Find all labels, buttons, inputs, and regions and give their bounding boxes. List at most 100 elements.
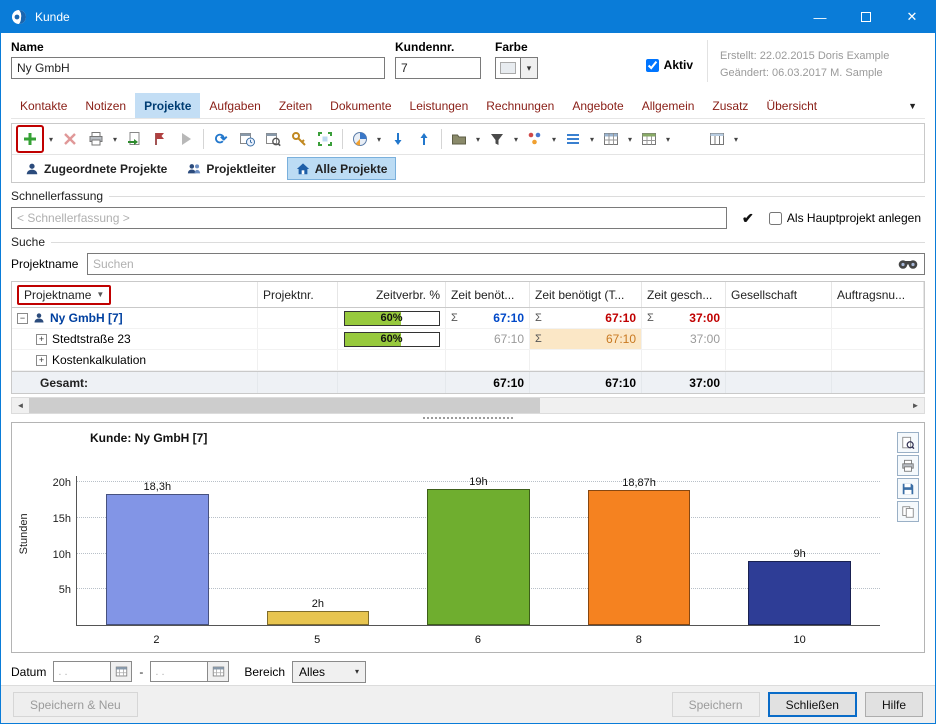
folder-dropdown-caret[interactable]: ▾ — [473, 135, 483, 144]
date-to-calendar-button[interactable] — [208, 661, 229, 682]
sum-icon[interactable]: Σ — [647, 312, 654, 324]
group-button[interactable] — [523, 127, 547, 151]
columns-dropdown-caret[interactable]: ▾ — [731, 135, 741, 144]
search-input[interactable] — [87, 253, 925, 275]
tab-leistungen[interactable]: Leistungen — [401, 93, 478, 118]
column-header-auftragsnummer[interactable]: Auftragsnu... — [832, 282, 924, 307]
date-from-calendar-button[interactable] — [111, 661, 132, 682]
bereich-select[interactable]: Alles ▾ — [292, 661, 366, 683]
print-dropdown-caret[interactable]: ▾ — [110, 135, 120, 144]
play-button[interactable] — [174, 127, 198, 151]
table-row[interactable]: + Stedtstraße 23 60% 67:10 Σ 67:10 — [12, 329, 924, 350]
sum-icon[interactable]: Σ — [535, 333, 542, 345]
sum-icon[interactable]: Σ — [451, 312, 458, 324]
print-button[interactable] — [84, 127, 108, 151]
table-row[interactable]: − Ny GmbH [7] 60% Σ 67:10 Σ 6 — [12, 308, 924, 329]
aktiv-checkbox[interactable] — [646, 59, 659, 72]
tab-allgemein[interactable]: Allgemein — [633, 93, 704, 118]
close-button[interactable]: ✕ — [889, 1, 935, 33]
view-all-button[interactable]: Alle Projekte — [287, 157, 397, 180]
tab-zusatz[interactable]: Zusatz — [703, 93, 757, 118]
pie-chart-button[interactable] — [348, 127, 372, 151]
group-dropdown-caret[interactable]: ▾ — [549, 135, 559, 144]
chart-bar[interactable] — [106, 494, 209, 625]
column-header-gesellschaft[interactable]: Gesellschaft — [726, 282, 832, 307]
hauptprojekt-checkbox[interactable] — [769, 212, 782, 225]
kundennr-input[interactable] — [395, 57, 481, 79]
chart-preview-button[interactable] — [897, 432, 919, 453]
maximize-button[interactable] — [843, 1, 889, 33]
save-button[interactable]: Speichern — [672, 692, 760, 717]
horizontal-scrollbar[interactable]: ◄ ► — [11, 397, 925, 414]
date-from-input[interactable] — [53, 661, 111, 682]
quick-entry-input[interactable] — [11, 207, 727, 229]
expand-expander[interactable]: + — [36, 355, 47, 366]
columns-button[interactable] — [705, 127, 729, 151]
column-header-projektname[interactable]: Projektname ▼ — [12, 282, 258, 307]
scroll-left-button[interactable]: ◄ — [12, 398, 29, 413]
column-header-zeit-geschaetzt[interactable]: Zeit gesch... — [642, 282, 726, 307]
view-assigned-button[interactable]: Zugeordnete Projekte — [16, 157, 176, 180]
view-leader-button[interactable]: Projektleiter — [178, 157, 284, 180]
calendar-grid-button[interactable] — [637, 127, 661, 151]
key-button[interactable] — [287, 127, 311, 151]
crop-button[interactable] — [313, 127, 337, 151]
color-picker[interactable]: ▾ — [495, 57, 538, 79]
tab-notizen[interactable]: Notizen — [76, 93, 135, 118]
save-new-button[interactable]: Speichern & Neu — [13, 692, 138, 717]
folder-button[interactable] — [447, 127, 471, 151]
collapse-expander[interactable]: − — [17, 313, 28, 324]
panel-splitter[interactable] — [11, 414, 925, 421]
calendar-dropdown-caret[interactable]: ▾ — [663, 135, 673, 144]
export-button[interactable] — [122, 127, 146, 151]
tab-kontakte[interactable]: Kontakte — [11, 93, 76, 118]
filter-button[interactable] — [485, 127, 509, 151]
table-dropdown-caret[interactable]: ▾ — [625, 135, 635, 144]
help-button[interactable]: Hilfe — [865, 692, 923, 717]
name-input[interactable] — [11, 57, 385, 79]
calendar-clock-button[interactable] — [235, 127, 259, 151]
calendar-search-button[interactable] — [261, 127, 285, 151]
chart-save-button[interactable] — [897, 478, 919, 499]
sum-icon[interactable]: Σ — [535, 312, 542, 324]
scrollbar-track[interactable] — [540, 398, 907, 413]
chart-bar[interactable] — [267, 611, 370, 625]
chart-print-button[interactable] — [897, 455, 919, 476]
filter-dropdown-caret[interactable]: ▾ — [511, 135, 521, 144]
column-header-zeit-benoetigt[interactable]: Zeit benöt... — [446, 282, 530, 307]
lines-dropdown-caret[interactable]: ▾ — [587, 135, 597, 144]
column-header-projektnr[interactable]: Projektnr. — [258, 282, 338, 307]
scroll-right-button[interactable]: ► — [907, 398, 924, 413]
table-row[interactable]: + Kostenkalkulation — [12, 350, 924, 371]
tab-projekte[interactable]: Projekte — [135, 93, 200, 118]
chart-bar[interactable] — [427, 489, 530, 625]
column-header-zeit-benoetigt-t[interactable]: Zeit benötigt (T... — [530, 282, 642, 307]
tab-zeiten[interactable]: Zeiten — [270, 93, 321, 118]
chart-bar[interactable] — [588, 490, 691, 625]
tab-uebersicht[interactable]: Übersicht — [757, 93, 826, 118]
sort-desc-button[interactable] — [386, 127, 410, 151]
sort-asc-button[interactable] — [412, 127, 436, 151]
tab-aufgaben[interactable]: Aufgaben — [200, 93, 269, 118]
column-header-zeitverbrauch[interactable]: Zeitverbr. % — [338, 282, 446, 307]
flag-button[interactable] — [148, 127, 172, 151]
table-button[interactable] — [599, 127, 623, 151]
tab-dokumente[interactable]: Dokumente — [321, 93, 400, 118]
color-dropdown-button[interactable]: ▾ — [521, 57, 538, 79]
pie-dropdown-caret[interactable]: ▾ — [374, 135, 384, 144]
confirm-button[interactable]: ✔ — [735, 207, 761, 229]
chart-bar[interactable] — [748, 561, 851, 625]
add-button[interactable] — [18, 127, 42, 151]
chart-copy-button[interactable] — [897, 501, 919, 522]
scrollbar-thumb[interactable] — [29, 398, 540, 413]
date-to-input[interactable] — [150, 661, 208, 682]
color-swatch[interactable] — [495, 57, 521, 79]
tab-angebote[interactable]: Angebote — [563, 93, 632, 118]
refresh-button[interactable]: ⟳ — [209, 127, 233, 151]
lines-button[interactable] — [561, 127, 585, 151]
add-dropdown-caret[interactable]: ▾ — [46, 135, 56, 144]
minimize-button[interactable]: — — [797, 1, 843, 33]
tab-overflow-button[interactable]: ▼ — [900, 93, 925, 118]
delete-button[interactable] — [58, 127, 82, 151]
expand-expander[interactable]: + — [36, 334, 47, 345]
